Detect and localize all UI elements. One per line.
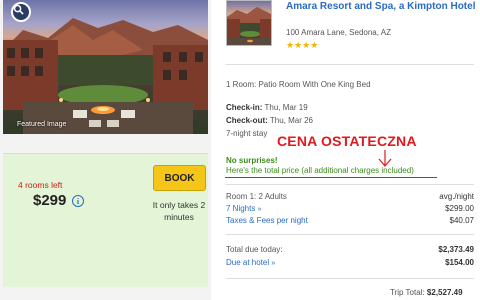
room-label: Room 1: [226,192,257,201]
divider [226,278,474,279]
chevron-double-down-icon: » [271,260,276,267]
zoom-button[interactable] [11,2,31,22]
nightly-price: $299 [33,192,67,209]
checkout-value: Thu, Mar 26 [269,116,313,125]
featured-hotel-image[interactable]: Featured Image [3,0,208,134]
hotel-name-link[interactable]: Amara Resort and Spa, a Kimpton Hotel [286,1,476,13]
thumbnail-illustration [227,7,271,45]
avg-night-label: avg./night [439,192,474,201]
takes-time-line1: It only takes 2 [152,200,206,210]
room-adults-row: Room 1: 2 Adults avg./night [226,192,474,201]
taxes-fees-link[interactable]: Taxes & Fees per night [226,216,308,225]
room-type: 1 Room: Patio Room With One King Bed [226,80,371,89]
due-today-amount: $2,373.49 [438,245,474,254]
due-today-label: Total due today: [226,245,283,254]
annotation-underline [225,177,437,178]
checkin-label: Check-in: [226,103,263,112]
booking-panel: 4 rooms left $299 i BOOK It only takes 2… [3,153,208,287]
checkin-value: Thu, Mar 19 [264,103,308,112]
divider [226,234,474,235]
nights-link[interactable]: 7 Nights » [226,204,262,213]
rooms-left-text: 4 rooms left [18,180,63,190]
hotel-photo-illustration [3,18,208,134]
info-icon[interactable]: i [72,195,84,207]
trip-total-label: Trip Total: [390,288,425,297]
hotel-address: 100 Amara Lane, Sedona, AZ [286,28,391,37]
stay-length: 7-night stay [226,129,268,138]
due-hotel-amount: $154.00 [445,258,474,267]
annotation-label: CENA OSTATECZNA [277,133,417,149]
room-adults: 2 Adults [258,192,287,201]
book-button[interactable]: BOOK [153,165,206,191]
total-price-note: Here's the total price (all additional c… [226,166,414,175]
taxes-row: Taxes & Fees per night $40.07 [226,216,474,225]
checkout-row: Check-out: Thu, Mar 26 [226,116,313,125]
trip-total-row: Trip Total: $2,527.49 [390,288,463,297]
left-column: Featured Image 4 rooms left $299 i BOOK … [0,0,211,300]
divider [226,184,474,185]
checkin-row: Check-in: Thu, Mar 19 [226,103,308,112]
nights-label: 7 Nights [226,204,256,213]
featured-image-label: Featured Image [17,121,67,128]
nights-amount: $299.00 [445,204,474,213]
takes-time-line2: minutes [164,212,194,222]
divider [226,64,474,65]
hotel-thumbnail[interactable] [226,0,272,46]
chevron-double-down-icon: » [257,206,262,213]
due-hotel-row: Due at hotel » $154.00 [226,258,474,267]
due-at-hotel-link[interactable]: Due at hotel » [226,258,275,267]
no-surprises-heading: No surprises! [226,156,278,165]
trip-total-amount: $2,527.49 [426,288,463,297]
checkout-label: Check-out: [226,116,268,125]
nights-row: 7 Nights » $299.00 [226,204,474,213]
magnifier-icon [13,4,24,15]
star-rating: ★★★★ [286,40,319,50]
due-at-hotel-label: Due at hotel [226,258,270,267]
takes-time-text: It only takes 2 minutes [143,199,215,223]
due-today-row: Total due today: $2,373.49 [226,245,474,254]
taxes-amount: $40.07 [449,216,474,225]
